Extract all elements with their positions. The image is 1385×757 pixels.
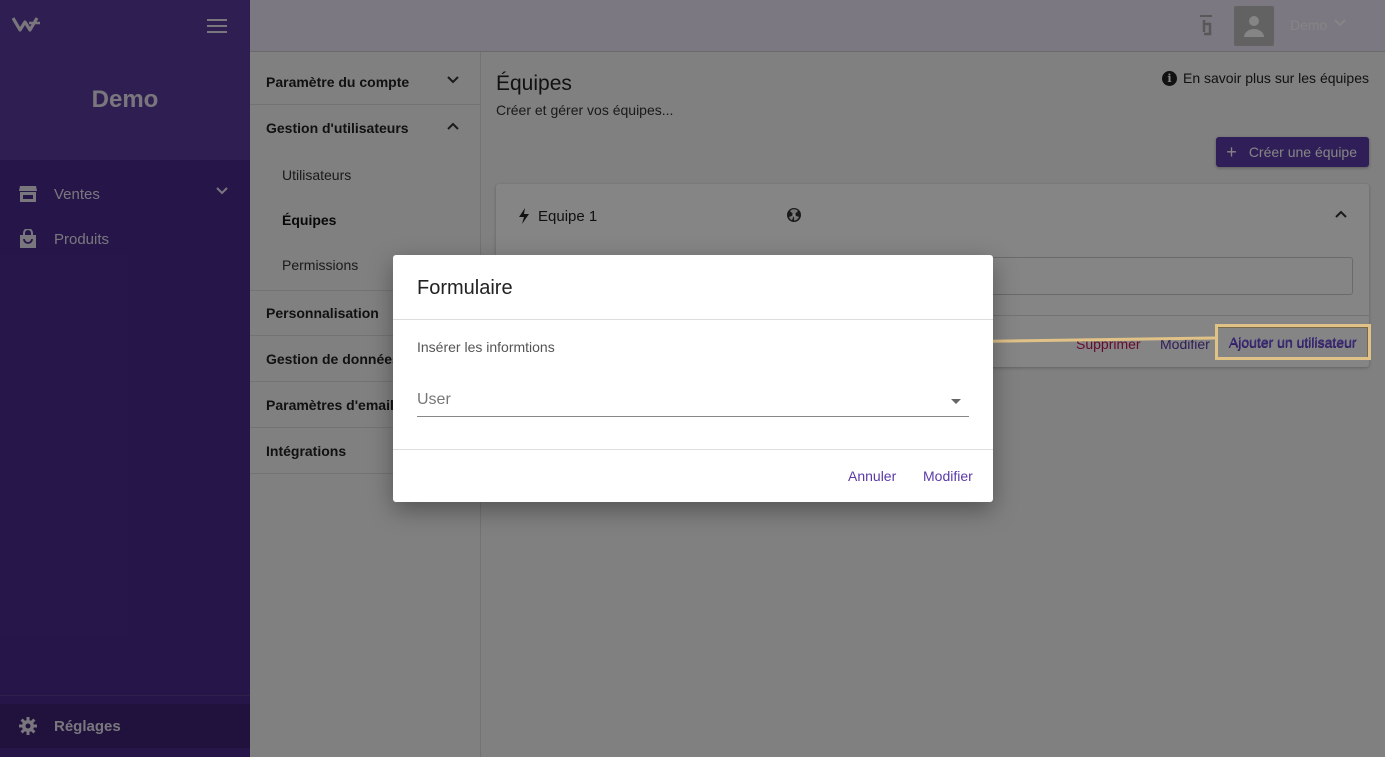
- cancel-button[interactable]: Annuler: [848, 468, 896, 484]
- dialog-divider: [393, 319, 993, 320]
- user-select-label: User: [417, 391, 451, 408]
- confirm-button[interactable]: Modifier: [923, 468, 973, 484]
- tutorial-highlight: Ajouter un utilisateur: [1215, 324, 1371, 360]
- form-dialog: Formulaire Insérer les informtions User …: [393, 255, 993, 502]
- dialog-title: Formulaire: [417, 277, 513, 299]
- dialog-divider: [393, 449, 993, 450]
- dialog-hint: Insérer les informtions: [417, 339, 555, 355]
- highlight-label: Ajouter un utilisateur: [1229, 334, 1357, 350]
- user-select[interactable]: User: [417, 385, 969, 417]
- caret-down-icon: [951, 399, 961, 404]
